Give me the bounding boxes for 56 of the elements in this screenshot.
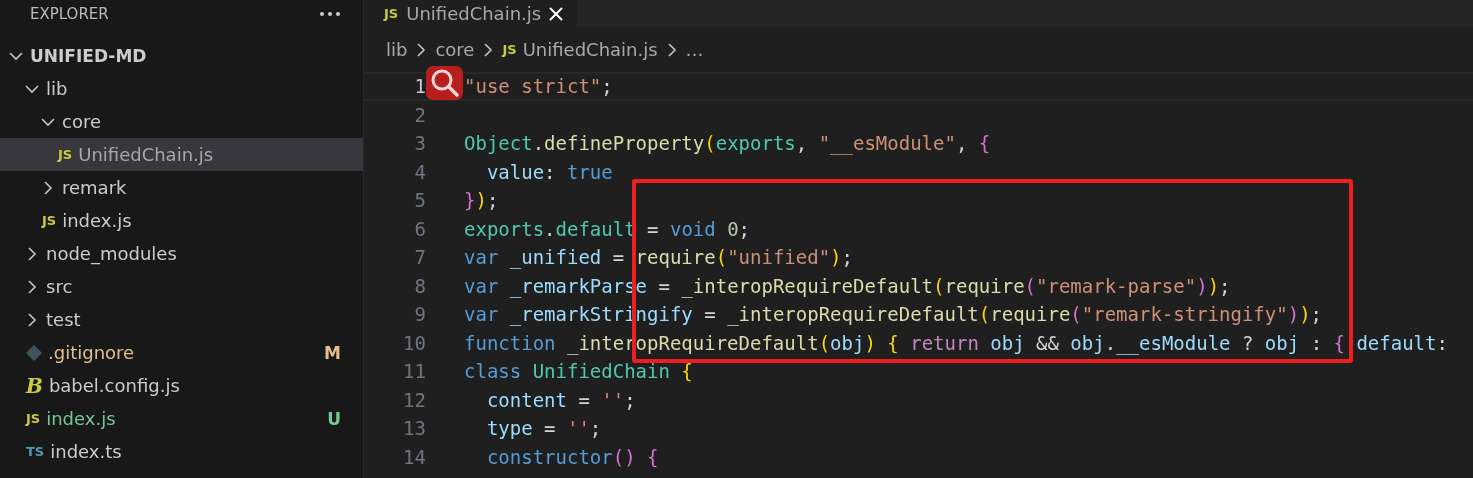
line-number: 3: [413, 132, 426, 155]
line-number: 6: [413, 217, 426, 240]
breadcrumb-item[interactable]: UnifiedChain.js: [522, 39, 658, 60]
panel-title: EXPLORER: [30, 4, 109, 23]
close-icon[interactable]: [549, 6, 564, 21]
line-number: 7: [413, 246, 426, 269]
line-number: 5: [413, 189, 426, 212]
folder-item[interactable]: lib: [0, 72, 363, 105]
code-line: exports.default = void 0;: [464, 217, 751, 240]
code-line: "use strict";: [464, 75, 613, 98]
file-item[interactable]: JS index.js: [0, 204, 363, 237]
line-number: 11: [402, 360, 426, 383]
git-status-label: M: [324, 342, 341, 363]
line-number: 2: [413, 103, 426, 126]
more-icon[interactable]: [319, 10, 341, 17]
breadcrumb-item[interactable]: core: [435, 39, 475, 60]
line-number: 1: [413, 75, 426, 98]
code-line: value: true: [485, 160, 613, 183]
file-type-icon: JS: [384, 6, 399, 21]
code-line: class UnifiedChain {: [464, 360, 693, 383]
diamond-icon: [26, 344, 42, 361]
file-item[interactable]: .gitignore M: [0, 336, 363, 369]
code-line: constructor() {: [485, 445, 659, 468]
folder-item[interactable]: src: [0, 270, 363, 303]
search-button[interactable]: [426, 66, 463, 100]
folder-item[interactable]: test: [0, 303, 363, 336]
git-status-label: U: [327, 408, 341, 429]
line-number: 9: [413, 303, 426, 326]
code-line: Object.defineProperty(exports, "__esModule", {: [464, 132, 991, 155]
file-item[interactable]: JS UnifiedChain.js: [0, 138, 363, 171]
code-line: });: [464, 189, 499, 212]
code-line: content = '';: [485, 388, 636, 411]
folder-item[interactable]: core: [0, 105, 363, 138]
file-type-icon: JS: [502, 42, 517, 57]
file-type-icon: JS: [42, 213, 57, 228]
file-item[interactable]: JS index.js U: [0, 402, 363, 435]
babel-icon: B: [26, 373, 43, 398]
file-item[interactable]: B babel.config.js: [0, 369, 363, 402]
file-type-icon: JS: [26, 411, 41, 426]
line-number: 12: [402, 388, 426, 411]
editor-tab[interactable]: JS UnifiedChain.js: [364, 0, 578, 27]
line-number: 10: [402, 331, 426, 354]
file-type-icon: JS: [58, 147, 73, 162]
breadcrumb-item[interactable]: …: [685, 39, 704, 60]
code-line: var _unified = require("unified");: [464, 246, 853, 269]
line-number: 4: [413, 160, 426, 183]
file-item[interactable]: TS index.ts: [0, 435, 363, 468]
line-number: 8: [413, 274, 426, 297]
line-number: 13: [402, 417, 426, 440]
code-line: type = '';: [485, 417, 602, 440]
folder-item[interactable]: remark: [0, 171, 363, 204]
tree-root[interactable]: UNIFIED-MD: [0, 39, 363, 72]
line-number: 14: [402, 445, 426, 468]
breadcrumb-item[interactable]: lib: [386, 39, 408, 60]
folder-item[interactable]: node_modules: [0, 237, 363, 270]
file-type-icon: TS: [26, 444, 45, 459]
